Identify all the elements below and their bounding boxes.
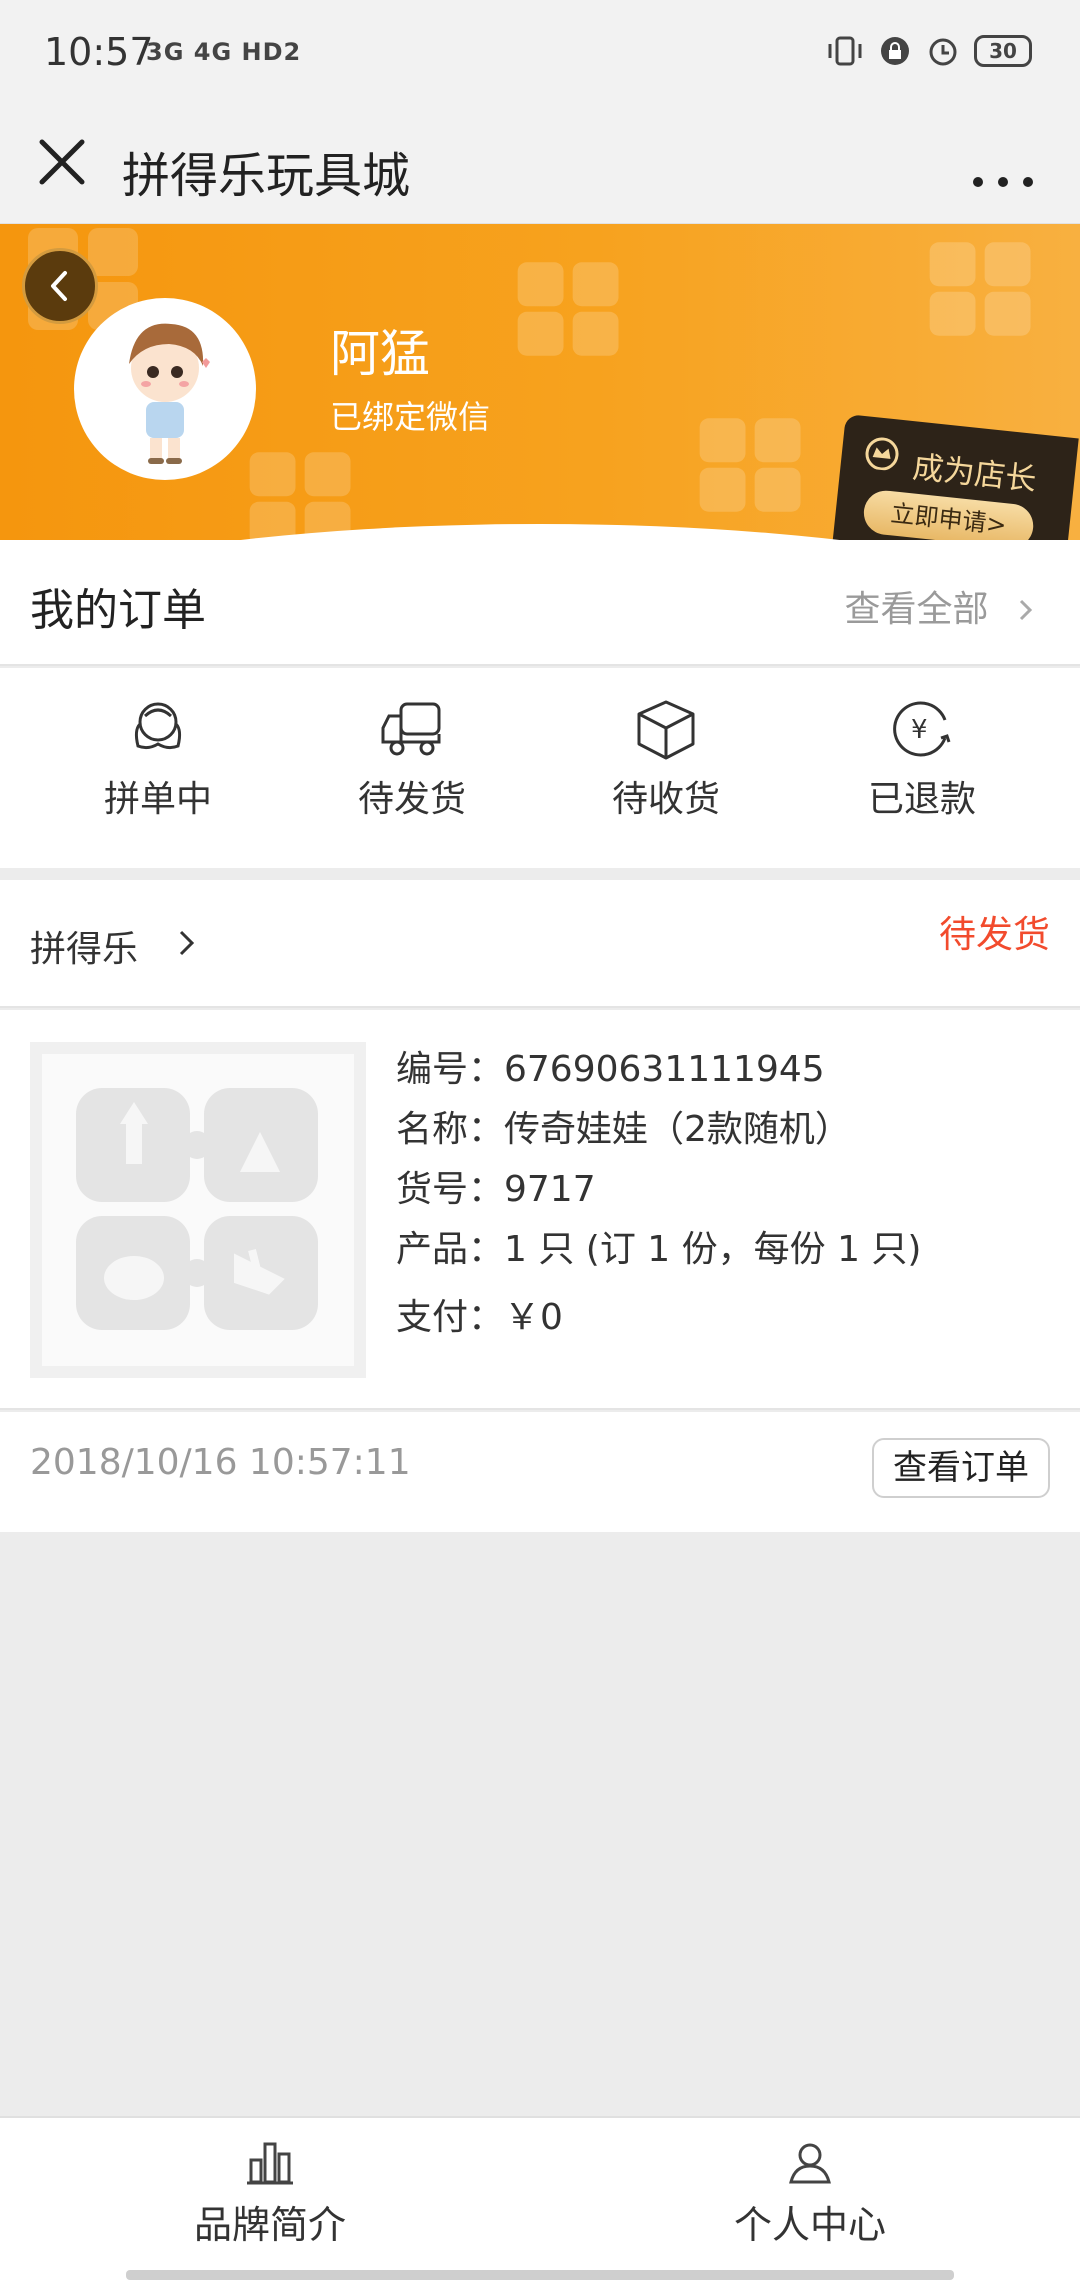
person-icon bbox=[789, 2143, 831, 2184]
status-icons: 30 bbox=[826, 34, 1032, 68]
puzzle-placeholder-icon bbox=[76, 1088, 318, 1330]
product-thumbnail bbox=[30, 1042, 366, 1378]
refund-icon: ¥ bbox=[893, 701, 951, 757]
view-all-orders-link[interactable]: 查看全部 bbox=[845, 580, 1040, 632]
puzzle-decoration-icon bbox=[929, 242, 1031, 336]
vibrate-icon bbox=[828, 36, 862, 66]
network-indicator: 3G 4G HD2 bbox=[146, 38, 302, 66]
tab-personal-center[interactable]: 个人中心 bbox=[660, 2140, 960, 2249]
status-bar: 10:57 3G 4G HD2 30 bbox=[0, 0, 1080, 110]
puzzle-decoration-icon bbox=[517, 262, 619, 356]
nav-bar: 拼得乐玩具城 bbox=[0, 110, 1080, 224]
avatar[interactable] bbox=[74, 298, 256, 480]
status-label: 待发货 bbox=[357, 779, 466, 820]
status-label: 已退款 bbox=[867, 779, 976, 820]
chevron-left-icon bbox=[51, 271, 67, 301]
puzzle-decoration-icon bbox=[699, 418, 801, 512]
status-refunded[interactable]: ¥ 已退款 bbox=[822, 698, 1022, 822]
home-indicator[interactable] bbox=[126, 2270, 954, 2280]
close-icon[interactable] bbox=[30, 130, 94, 194]
my-orders-header: 我的订单 查看全部 bbox=[0, 540, 1080, 666]
chevron-right-icon bbox=[179, 930, 195, 956]
box-icon bbox=[637, 700, 695, 760]
status-time: 10:57 bbox=[44, 30, 154, 74]
crown-icon bbox=[865, 437, 899, 471]
truck-icon bbox=[381, 702, 441, 756]
order-card-body[interactable]: 编号：67690631111945 名称：传奇娃娃（2款随机） 货号：9717 … bbox=[0, 1010, 1080, 1410]
become-owner-title: 成为店长 bbox=[910, 449, 1038, 499]
profile-banner: 阿猛 已绑定微信 成为店长 立即申请> bbox=[0, 224, 1080, 564]
page-title: 拼得乐玩具城 bbox=[122, 148, 411, 204]
wechat-bound-text: 已绑定微信 bbox=[330, 398, 491, 436]
product-quantity: 产品：1 只 (订 1 份，每份 1 只) bbox=[396, 1229, 922, 1270]
order-card-footer: 2018/10/16 10:57:11 查看订单 bbox=[0, 1412, 1080, 1532]
chart-bar-icon bbox=[247, 2142, 293, 2185]
avatar-illustration-icon bbox=[129, 323, 210, 464]
lock-rotate-icon bbox=[881, 37, 909, 65]
status-to-ship[interactable]: 待发货 bbox=[312, 698, 512, 822]
product-name: 名称：传奇娃娃（2款随机） bbox=[396, 1109, 851, 1150]
back-button[interactable] bbox=[22, 248, 98, 324]
my-orders-title: 我的订单 bbox=[30, 585, 206, 636]
tab-label: 个人中心 bbox=[733, 2203, 886, 2247]
status-label: 拼单中 bbox=[103, 779, 212, 820]
status-label: 待收货 bbox=[611, 779, 720, 820]
more-icon[interactable] bbox=[968, 140, 1038, 190]
status-group-buying[interactable]: 拼单中 bbox=[58, 698, 258, 822]
order-timestamp: 2018/10/16 10:57:11 bbox=[30, 1442, 411, 1483]
alarm-icon bbox=[929, 38, 957, 66]
view-all-label: 查看全部 bbox=[844, 589, 989, 630]
battery-icon: 30 bbox=[974, 35, 1032, 67]
chevron-right-icon bbox=[1019, 599, 1033, 621]
order-card-header[interactable]: 拼得乐 待发货 bbox=[0, 880, 1080, 1008]
payment-amount: 支付：￥0 bbox=[396, 1297, 563, 1338]
shop-name: 拼得乐 bbox=[30, 929, 139, 970]
order-status-row: 拼单中 待发货 待收货 ¥ 已退款 bbox=[0, 668, 1080, 868]
order-status-badge: 待发货 bbox=[939, 913, 1050, 956]
svg-text:¥: ¥ bbox=[911, 715, 928, 745]
tab-label: 品牌简介 bbox=[193, 2203, 346, 2247]
view-order-button[interactable]: 查看订单 bbox=[872, 1438, 1050, 1498]
bottom-tab-bar: 品牌简介 个人中心 bbox=[0, 2116, 1080, 2280]
product-code: 货号：9717 bbox=[396, 1169, 596, 1210]
group-buy-icon bbox=[134, 702, 182, 750]
status-to-receive[interactable]: 待收货 bbox=[566, 698, 766, 822]
user-name: 阿猛 bbox=[330, 325, 430, 383]
tab-brand-intro[interactable]: 品牌简介 bbox=[120, 2140, 420, 2249]
order-number: 编号：67690631111945 bbox=[396, 1049, 825, 1090]
